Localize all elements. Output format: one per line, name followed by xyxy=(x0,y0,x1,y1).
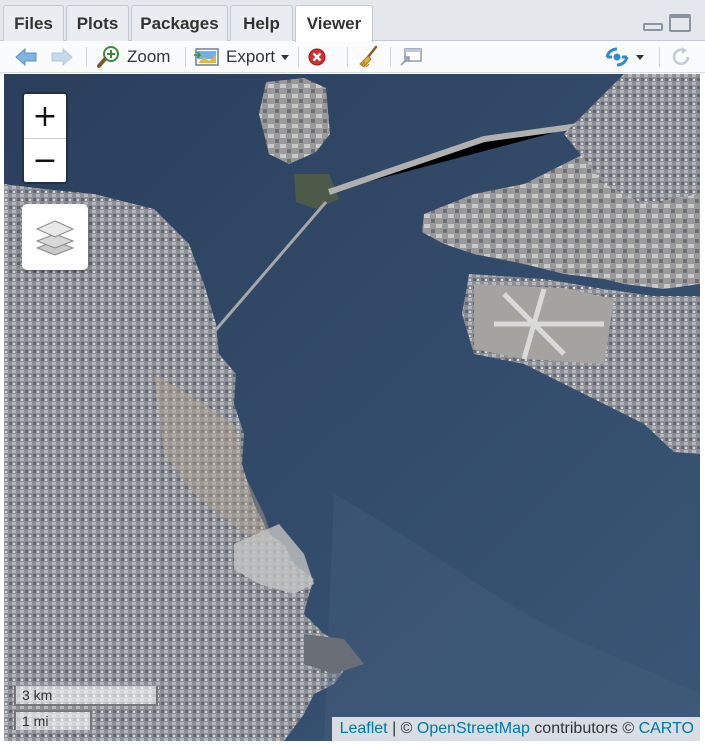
attribution-contributors: contributors © xyxy=(529,720,639,737)
tab-label: Plots xyxy=(76,13,119,33)
toolbar-separator xyxy=(185,47,186,67)
toolbar-separator xyxy=(390,47,391,67)
back-button[interactable] xyxy=(14,41,38,73)
toolbar-separator xyxy=(298,47,299,67)
satellite-imagery xyxy=(4,74,700,741)
leaflet-map[interactable]: + − 3 km 1 mi Leaflet | © OpenStreetMap … xyxy=(4,74,700,741)
forward-arrow-icon xyxy=(51,47,73,67)
export-label: Export xyxy=(226,47,276,66)
toolbar-separator xyxy=(347,47,348,67)
tab-label: Viewer xyxy=(306,14,362,33)
export-image-icon xyxy=(194,48,219,66)
scale-bar-km: 3 km xyxy=(14,686,158,706)
remove-icon xyxy=(308,48,326,66)
zoom-out-button[interactable]: − xyxy=(24,138,66,182)
zoom-control: + − xyxy=(22,92,68,184)
layers-control-button[interactable] xyxy=(22,204,88,270)
pane-tab-strip: Files Plots Packages Help Viewer xyxy=(0,0,705,42)
refresh-icon xyxy=(672,47,690,66)
show-in-new-window-button[interactable] xyxy=(399,41,423,73)
tab-viewer[interactable]: Viewer xyxy=(295,5,373,42)
tab-label: Files xyxy=(14,13,53,33)
publish-menu-button[interactable] xyxy=(604,41,644,73)
forward-button[interactable] xyxy=(50,41,74,73)
zoom-in-button[interactable]: + xyxy=(24,94,66,138)
carto-link[interactable]: CARTO xyxy=(639,720,694,737)
attribution-separator: | © xyxy=(387,720,417,737)
magnifier-zoom-icon xyxy=(97,46,119,68)
remove-viewer-button[interactable] xyxy=(307,41,327,73)
broom-icon xyxy=(359,45,378,68)
map-attribution: Leaflet | © OpenStreetMap contributors ©… xyxy=(331,717,700,741)
zoom-label: Zoom xyxy=(127,47,171,66)
viewer-toolbar: Zoom Export xyxy=(0,41,705,73)
clear-all-viewer-button[interactable] xyxy=(356,41,380,73)
maximize-pane-button[interactable] xyxy=(669,14,691,32)
leaflet-link[interactable]: Leaflet xyxy=(340,720,388,737)
toolbar-separator xyxy=(659,47,660,67)
toolbar-separator xyxy=(86,47,87,67)
tab-help[interactable]: Help xyxy=(230,5,293,41)
tab-label: Help xyxy=(243,13,280,33)
tab-label: Packages xyxy=(140,13,219,33)
tab-packages[interactable]: Packages xyxy=(131,5,228,41)
tab-files[interactable]: Files xyxy=(3,5,64,41)
refresh-button[interactable] xyxy=(670,41,692,73)
back-arrow-icon xyxy=(15,47,37,67)
minimize-pane-button[interactable] xyxy=(643,23,663,31)
tab-plots[interactable]: Plots xyxy=(66,5,129,41)
new-window-icon xyxy=(400,48,422,66)
chevron-down-icon xyxy=(636,54,644,60)
openstreetmap-link[interactable]: OpenStreetMap xyxy=(417,720,530,737)
publish-icon xyxy=(605,47,629,67)
zoom-button[interactable]: Zoom xyxy=(97,41,170,73)
layers-icon xyxy=(35,220,75,256)
chevron-down-icon xyxy=(281,54,290,60)
scale-bar-mi: 1 mi xyxy=(14,710,92,730)
export-menu-button[interactable]: Export xyxy=(194,41,290,73)
